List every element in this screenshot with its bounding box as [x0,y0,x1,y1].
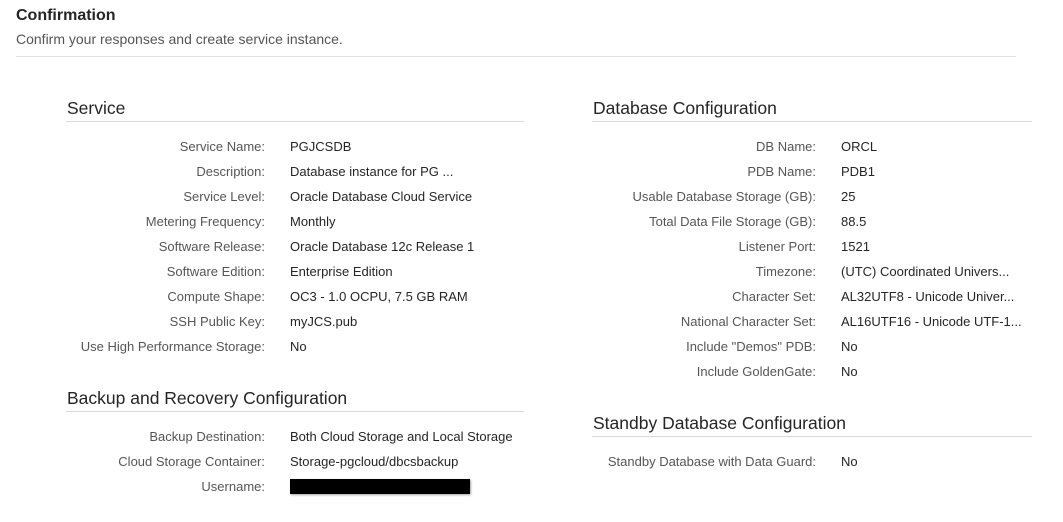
national-character-set-label: National Character Set: [680,314,816,329]
character-set-value: AL32UTF8 - Unicode Univer... [841,289,1015,304]
header-divider [16,56,1016,57]
include-demos-pdb-row: Include "Demos" PDB: No [592,334,1032,359]
service-section-title: Service [66,97,524,122]
software-edition-row: Software Edition: Enterprise Edition [66,259,524,284]
software-release-value: Oracle Database 12c Release 1 [290,239,475,254]
standby-section: Standby Database Configuration Standby D… [592,412,1032,474]
standby-data-guard-row: Standby Database with Data Guard: No [592,449,1032,474]
software-release-label: Software Release: [158,239,265,254]
service-name-value: PGJCSDB [290,139,352,154]
ssh-public-key-row: SSH Public Key: myJCS.pub [66,309,524,334]
listener-port-row: Listener Port: 1521 [592,234,1032,259]
username-row: Username: [66,474,524,499]
cloud-storage-container-row: Cloud Storage Container: Storage-pgcloud… [66,449,524,474]
usable-storage-value: 25 [841,189,856,204]
description-value: Database instance for PG ... [290,164,454,179]
total-data-file-storage-row: Total Data File Storage (GB): 88.5 [592,209,1032,234]
standby-data-guard-value: No [841,454,858,469]
include-goldengate-value: No [841,364,858,379]
cloud-storage-container-label: Cloud Storage Container: [118,454,265,469]
username-value [290,474,470,499]
include-goldengate-row: Include GoldenGate: No [592,359,1032,384]
usable-storage-row: Usable Database Storage (GB): 25 [592,184,1032,209]
pdb-name-row: PDB Name: PDB1 [592,159,1032,184]
software-edition-label: Software Edition: [166,264,265,279]
database-section-title: Database Configuration [592,97,1032,122]
character-set-row: Character Set: AL32UTF8 - Unicode Univer… [592,284,1032,309]
metering-frequency-label: Metering Frequency: [145,214,265,229]
software-edition-value: Enterprise Edition [290,264,393,279]
database-section: Database Configuration DB Name: ORCL PDB… [592,97,1032,384]
service-level-value: Oracle Database Cloud Service [290,189,473,204]
timezone-label: Timezone: [755,264,816,279]
include-demos-pdb-label: Include "Demos" PDB: [686,339,816,354]
username-label: Username: [201,479,265,494]
page-header: Confirmation Confirm your responses and … [16,6,1016,49]
description-row: Description: Database instance for PG ..… [66,159,524,184]
service-name-label: Service Name: [179,139,265,154]
cloud-storage-container-value: Storage-pgcloud/dbcsbackup [290,454,459,469]
db-name-label: DB Name: [756,139,816,154]
metering-frequency-row: Metering Frequency: Monthly [66,209,524,234]
backup-destination-label: Backup Destination: [149,429,265,444]
ssh-public-key-value: myJCS.pub [290,314,358,329]
timezone-row: Timezone: (UTC) Coordinated Univers... [592,259,1032,284]
service-section: Service Service Name: PGJCSDB Descriptio… [66,97,524,359]
high-performance-storage-value: No [290,339,307,354]
compute-shape-row: Compute Shape: OC3 - 1.0 OCPU, 7.5 GB RA… [66,284,524,309]
redacted-username [290,479,470,495]
service-name-row: Service Name: PGJCSDB [66,134,524,159]
compute-shape-label: Compute Shape: [167,289,265,304]
standby-data-guard-label: Standby Database with Data Guard: [607,454,816,469]
ssh-public-key-label: SSH Public Key: [169,314,265,329]
software-release-row: Software Release: Oracle Database 12c Re… [66,234,524,259]
db-name-row: DB Name: ORCL [592,134,1032,159]
listener-port-value: 1521 [841,239,870,254]
page-subtitle: Confirm your responses and create servic… [16,31,343,47]
backup-destination-row: Backup Destination: Both Cloud Storage a… [66,424,524,449]
include-goldengate-label: Include GoldenGate: [696,364,816,379]
high-performance-storage-row: Use High Performance Storage: No [66,334,524,359]
character-set-label: Character Set: [732,289,816,304]
high-performance-storage-label: Use High Performance Storage: [80,339,265,354]
pdb-name-label: PDB Name: [747,164,816,179]
national-character-set-value: AL16UTF16 - Unicode UTF-1... [841,314,1022,329]
compute-shape-value: OC3 - 1.0 OCPU, 7.5 GB RAM [290,289,468,304]
backup-section: Backup and Recovery Configuration Backup… [66,387,524,499]
db-name-value: ORCL [841,139,878,154]
backup-destination-value: Both Cloud Storage and Local Storage [290,429,513,444]
service-level-row: Service Level: Oracle Database Cloud Ser… [66,184,524,209]
backup-section-title: Backup and Recovery Configuration [66,387,524,412]
total-data-file-storage-value: 88.5 [841,214,867,229]
page-title: Confirmation [16,7,116,24]
metering-frequency-value: Monthly [290,214,336,229]
include-demos-pdb-value: No [841,339,858,354]
standby-section-title: Standby Database Configuration [592,412,1032,437]
national-character-set-row: National Character Set: AL16UTF16 - Unic… [592,309,1032,334]
timezone-value: (UTC) Coordinated Univers... [841,264,1010,279]
description-label: Description: [196,164,265,179]
total-data-file-storage-label: Total Data File Storage (GB): [649,214,816,229]
service-level-label: Service Level: [183,189,265,204]
listener-port-label: Listener Port: [738,239,816,254]
pdb-name-value: PDB1 [841,164,875,179]
usable-storage-label: Usable Database Storage (GB): [632,189,816,204]
